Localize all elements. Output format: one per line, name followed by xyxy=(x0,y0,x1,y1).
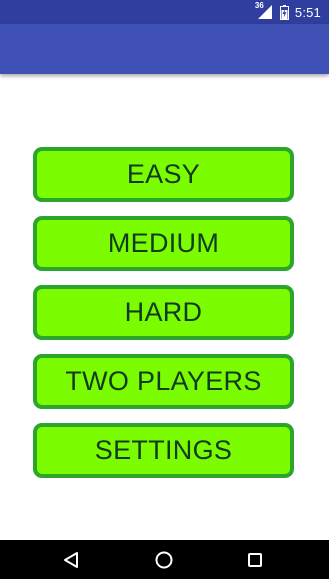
medium-button[interactable]: MEDIUM xyxy=(33,216,294,271)
settings-button[interactable]: SETTINGS xyxy=(33,423,294,478)
home-icon xyxy=(155,551,173,568)
clock: 5:51 xyxy=(294,4,321,20)
signal-icon: 36 xyxy=(255,1,274,20)
app-bar xyxy=(0,24,329,74)
status-bar: 36 5:51 xyxy=(0,0,329,24)
status-icons: 36 5:51 xyxy=(255,0,321,24)
app-screen: 36 5:51 EASY MEDIUM HARD TWO PLAYERS SET… xyxy=(0,0,329,579)
battery-icon xyxy=(279,4,289,20)
two-players-button[interactable]: TWO PLAYERS xyxy=(33,354,294,409)
home-button[interactable] xyxy=(140,540,188,579)
easy-button[interactable]: EASY xyxy=(33,147,294,202)
hard-button[interactable]: HARD xyxy=(33,285,294,340)
recents-icon xyxy=(248,552,262,567)
back-icon xyxy=(64,551,78,568)
back-button[interactable] xyxy=(47,540,95,579)
navigation-bar xyxy=(0,540,329,579)
difficulty-menu: EASY MEDIUM HARD TWO PLAYERS SETTINGS xyxy=(33,147,295,492)
recents-button[interactable] xyxy=(231,540,279,579)
